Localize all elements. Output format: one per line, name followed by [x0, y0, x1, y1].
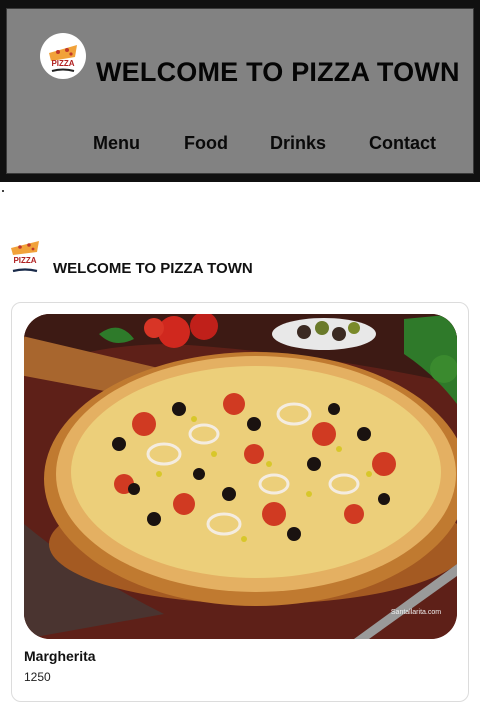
nav-food[interactable]: Food [184, 133, 228, 154]
brand-logo[interactable]: PIZZA [8, 236, 42, 274]
nav-menu[interactable]: Menu [93, 133, 140, 154]
brand-title: WELCOME TO PIZZA TOWN [53, 260, 253, 277]
pizza-logo-icon: PIZZA [49, 45, 77, 72]
image-watermark: Santallarita.com [391, 609, 441, 616]
header-panel: PIZZA WELCOME TO PIZZA TOWN Menu Food Dr… [6, 8, 474, 174]
page-title: WELCOME TO PIZZA TOWN [96, 57, 460, 87]
main-nav: Menu Food Drinks Contact [7, 133, 473, 157]
stray-dot [2, 190, 4, 192]
pizza-logo[interactable]: PIZZA [40, 33, 86, 79]
product-price: 1250 [24, 670, 51, 684]
pizza-photo: Santallarita.com [24, 314, 457, 639]
brand-logo-text: PIZZA [13, 256, 36, 265]
nav-contact[interactable]: Contact [369, 133, 436, 154]
product-name: Margherita [24, 648, 96, 664]
nav-drinks[interactable]: Drinks [270, 133, 326, 154]
pizza-logo-icon: PIZZA [11, 241, 39, 273]
pizza-image[interactable]: Santallarita.com [24, 314, 457, 639]
logo-text: PIZZA [51, 59, 74, 68]
site-header: PIZZA WELCOME TO PIZZA TOWN Menu Food Dr… [0, 0, 480, 182]
